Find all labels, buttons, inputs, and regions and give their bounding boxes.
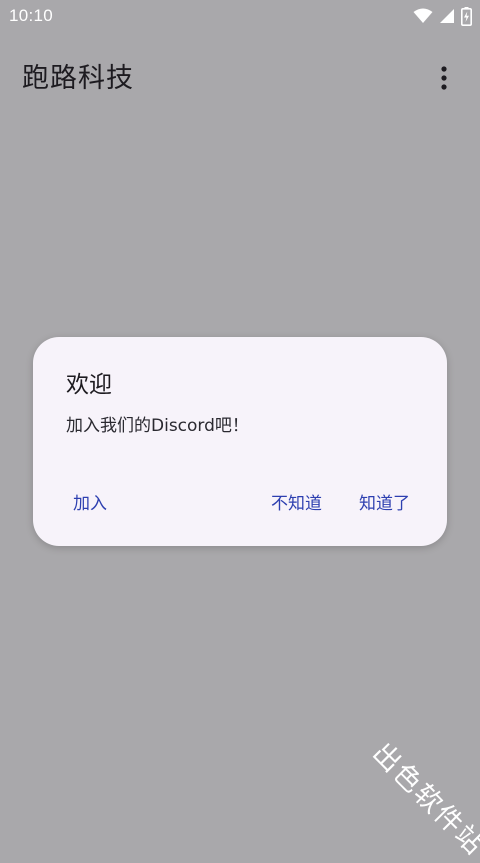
wifi-icon (413, 8, 433, 24)
welcome-dialog: 欢迎 加入我们的Discord吧！ 加入 不知道 知道了 (33, 337, 447, 546)
signal-icon (439, 8, 455, 24)
more-vert-icon[interactable] (422, 56, 466, 100)
status-icons (413, 6, 472, 26)
join-button[interactable]: 加入 (73, 494, 107, 514)
app-title: 跑路科技 (22, 63, 134, 94)
battery-charging-icon (461, 6, 472, 26)
got-it-button[interactable]: 知道了 (359, 494, 410, 514)
status-time: 10:10 (9, 6, 54, 25)
app-bar: 跑路科技 (0, 34, 480, 118)
status-bar: 10:10 (0, 0, 480, 34)
watermark: 出色软件站 (366, 737, 480, 862)
dialog-message: 加入我们的Discord吧！ (66, 416, 249, 436)
dialog-title: 欢迎 (66, 372, 112, 398)
dont-know-button[interactable]: 不知道 (271, 494, 322, 514)
